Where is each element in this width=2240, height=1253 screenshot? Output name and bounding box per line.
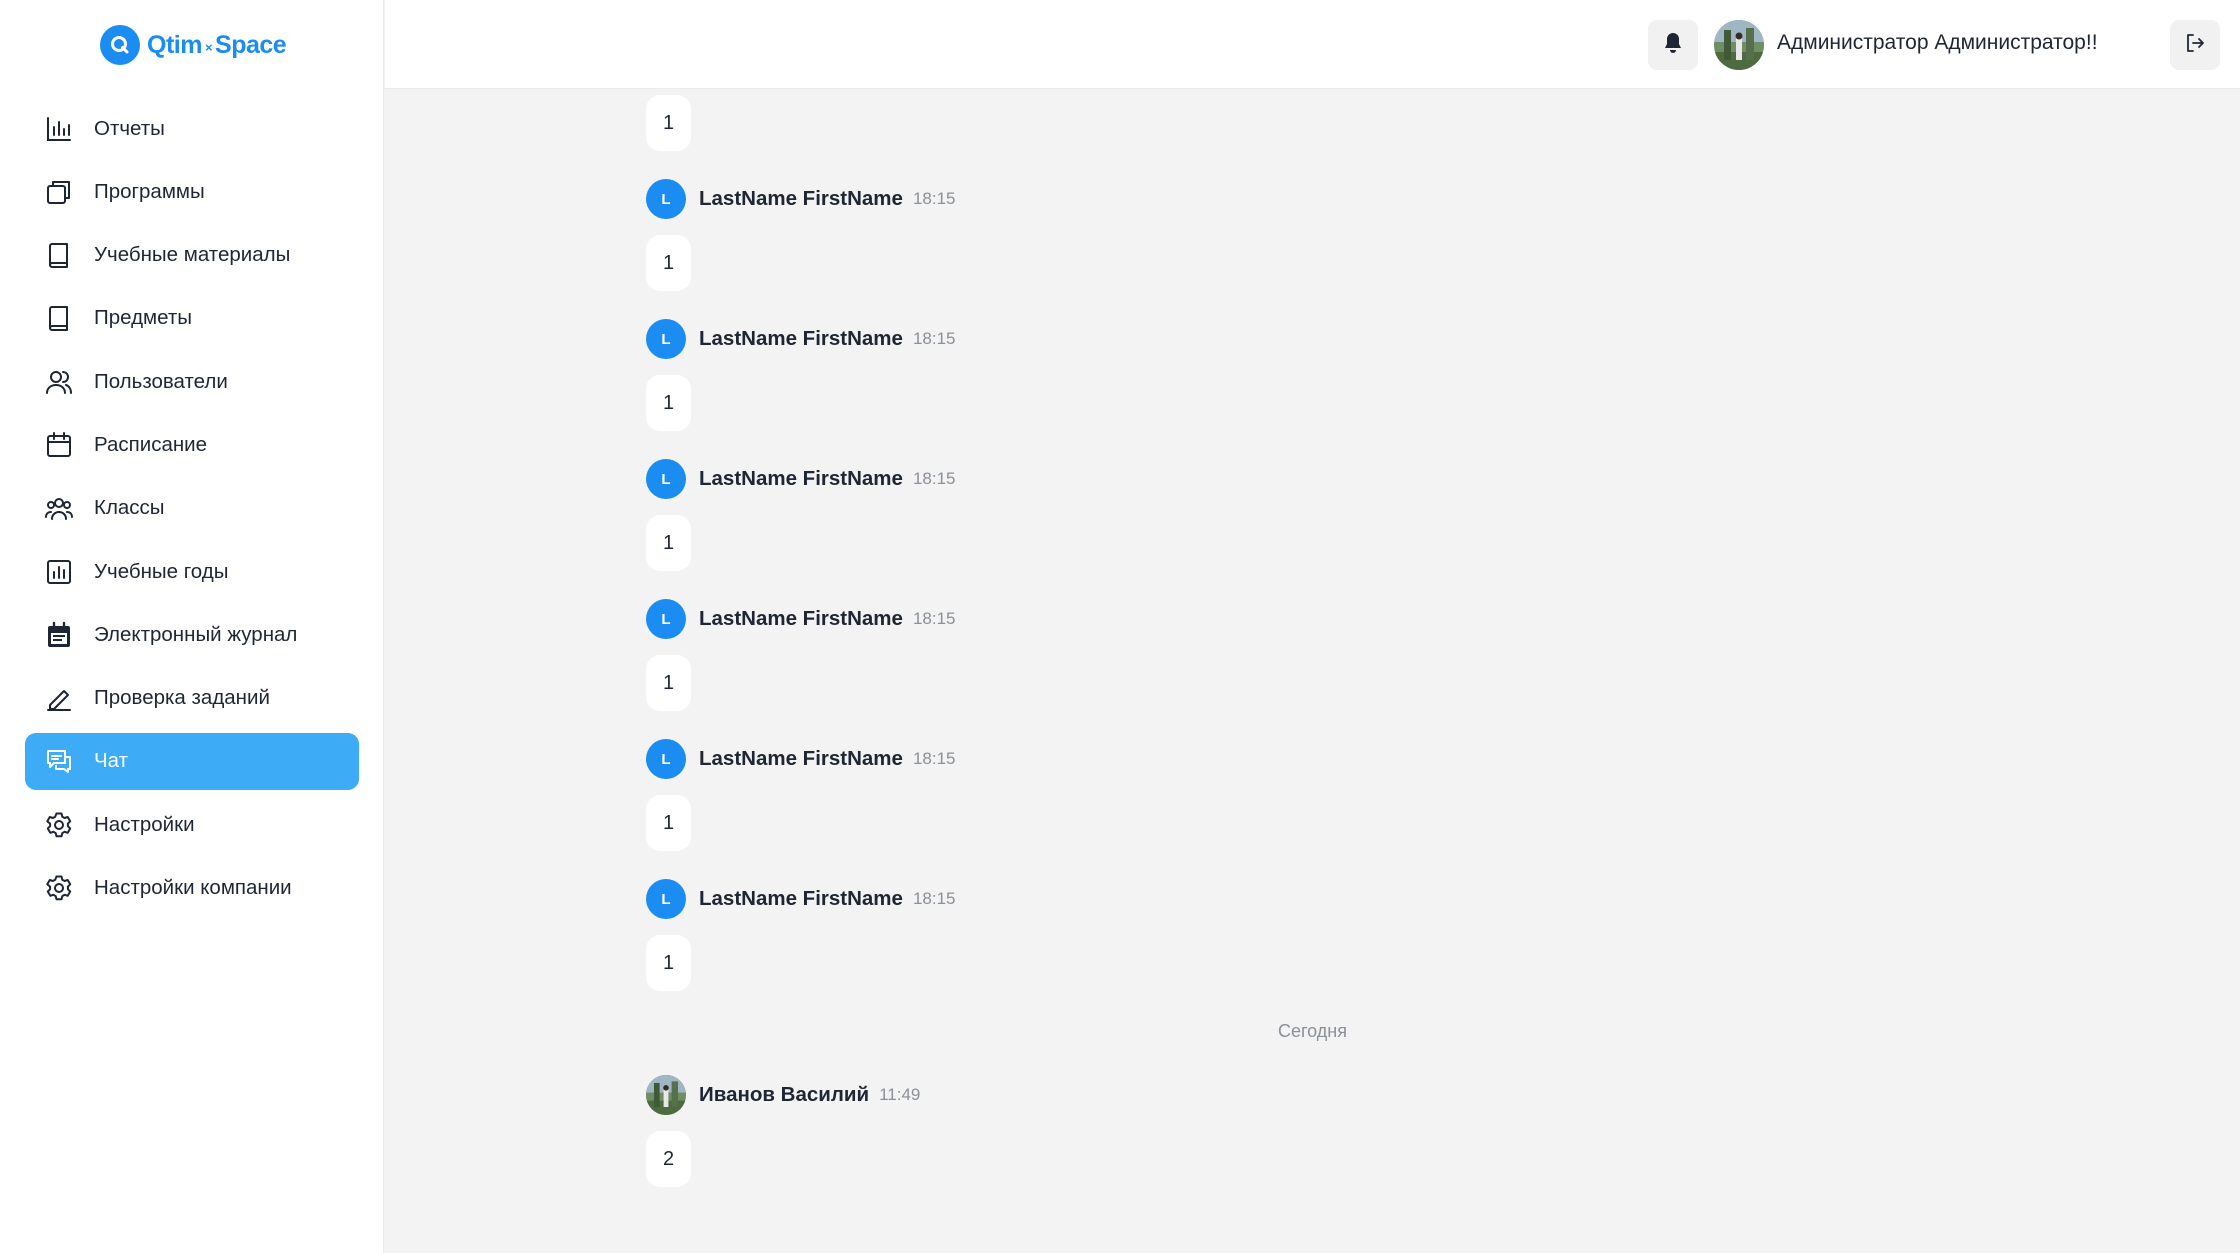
message-header: L LastName FirstName 18:15 — [646, 879, 956, 919]
message-header: L LastName FirstName 18:15 — [646, 599, 956, 639]
sidebar-item-label: Электронный журнал — [94, 622, 298, 646]
message-author[interactable]: Иванов Василий — [699, 1083, 869, 1107]
message-time: 18:15 — [912, 189, 956, 208]
sidebar-item-label: Классы — [94, 496, 165, 520]
sidebar-item-label: Проверка заданий — [94, 686, 270, 710]
sidebar: Qtim × Space Отчеты Программы Учебные мате… — [0, 0, 384, 1253]
sidebar-item-subjects[interactable]: Предметы — [25, 290, 359, 347]
avatar[interactable]: L — [646, 739, 686, 779]
sidebar-item-settings[interactable]: Настройки — [25, 796, 359, 853]
sidebar-item-chat[interactable]: Чат — [25, 732, 359, 790]
avatar[interactable]: L — [646, 179, 686, 219]
calendar-filled-icon — [45, 621, 73, 649]
message-time: 18:15 — [912, 749, 956, 768]
avatar[interactable]: L — [646, 599, 686, 639]
sidebar-item-schedule[interactable]: Расписание — [25, 416, 359, 473]
top-bar: Администратор Администратор!! — [385, 0, 2240, 89]
sidebar-item-users[interactable]: Пользователи — [25, 353, 359, 410]
message-author[interactable]: LastName FirstName — [699, 607, 903, 631]
sidebar-item-label: Чат — [94, 749, 129, 773]
message-author[interactable]: LastName FirstName — [699, 467, 903, 491]
brand-q-icon — [100, 25, 140, 65]
logout-button[interactable] — [2170, 20, 2220, 70]
notifications-button[interactable] — [1648, 20, 1698, 70]
gear-icon — [45, 811, 73, 839]
sidebar-item-task-review[interactable]: Проверка заданий — [25, 670, 359, 727]
sidebar-item-label: Учебные материалы — [94, 243, 291, 267]
message-time: 18:15 — [912, 889, 956, 908]
avatar[interactable] — [646, 1075, 686, 1115]
chat-feed: 1 L LastName FirstName 18:15 1 L LastNam… — [385, 89, 2240, 1253]
message-time: 18:15 — [912, 469, 956, 488]
sidebar-item-label: Программы — [94, 179, 205, 203]
sidebar-item-label: Настройки компании — [94, 876, 292, 900]
message-bubble[interactable]: 1 — [646, 795, 691, 851]
message-header: L LastName FirstName 18:15 — [646, 459, 956, 499]
avatar[interactable]: L — [646, 879, 686, 919]
brand-logo[interactable]: Qtim × Space — [100, 24, 287, 66]
message-header: L LastName FirstName 18:15 — [646, 179, 956, 219]
sidebar-item-company-settings[interactable]: Настройки компании — [25, 860, 359, 917]
logout-icon — [2184, 32, 2206, 59]
sidebar-item-label: Учебные годы — [94, 559, 229, 583]
sidebar-item-label: Отчеты — [94, 116, 165, 140]
message-author[interactable]: LastName FirstName — [699, 327, 903, 351]
chart-square-icon — [45, 558, 73, 586]
message-bubble[interactable]: 1 — [646, 515, 691, 571]
user-avatar[interactable] — [1714, 20, 1764, 70]
brand-name: Qtim × Space — [147, 30, 287, 59]
book-icon — [45, 241, 73, 269]
message-author[interactable]: LastName FirstName — [699, 747, 903, 771]
message-header: Иванов Василий 11:49 — [646, 1075, 920, 1115]
sidebar-item-materials[interactable]: Учебные материалы — [25, 227, 359, 284]
message-bubble[interactable]: 1 — [646, 95, 691, 151]
message-bubble[interactable]: 2 — [646, 1131, 691, 1187]
sidebar-item-reports[interactable]: Отчеты — [25, 100, 359, 157]
sidebar-item-label: Предметы — [94, 306, 192, 330]
bar-chart-icon — [45, 115, 73, 143]
gear-icon — [45, 874, 73, 902]
sidebar-item-label: Расписание — [94, 432, 208, 456]
message-bubble[interactable]: 1 — [646, 375, 691, 431]
message-bubble[interactable]: 1 — [646, 655, 691, 711]
message-header: L LastName FirstName 18:15 — [646, 739, 956, 779]
sidebar-item-school-years[interactable]: Учебные годы — [25, 543, 359, 600]
sidebar-nav: Отчеты Программы Учебные материалы Предм… — [25, 100, 359, 923]
message-time: 18:15 — [912, 329, 956, 348]
sidebar-item-label: Пользователи — [94, 369, 228, 393]
message-bubble[interactable]: 1 — [646, 235, 691, 291]
message-bubble[interactable]: 1 — [646, 935, 691, 991]
sidebar-item-label: Настройки — [94, 812, 195, 836]
pencil-icon — [45, 684, 73, 712]
copy-icon — [45, 178, 73, 206]
message-time: 11:49 — [879, 1085, 921, 1104]
sidebar-item-classes[interactable]: Классы — [25, 480, 359, 537]
message-time: 18:15 — [912, 609, 956, 628]
date-separator: Сегодня — [1278, 1021, 1347, 1041]
message-author[interactable]: LastName FirstName — [699, 887, 903, 911]
calendar-icon — [45, 431, 73, 459]
avatar[interactable]: L — [646, 319, 686, 359]
group-icon — [45, 494, 73, 522]
chat-icon — [45, 747, 73, 775]
sidebar-item-e-journal[interactable]: Электронный журнал — [25, 606, 359, 663]
sidebar-item-programs[interactable]: Программы — [25, 163, 359, 220]
message-header: L LastName FirstName 18:15 — [646, 319, 956, 359]
book-icon — [45, 304, 73, 332]
users-icon — [45, 368, 73, 396]
user-name[interactable]: Администратор Администратор!! — [1777, 31, 2098, 55]
avatar[interactable]: L — [646, 459, 686, 499]
bell-icon — [1662, 31, 1684, 60]
message-author[interactable]: LastName FirstName — [699, 187, 903, 211]
